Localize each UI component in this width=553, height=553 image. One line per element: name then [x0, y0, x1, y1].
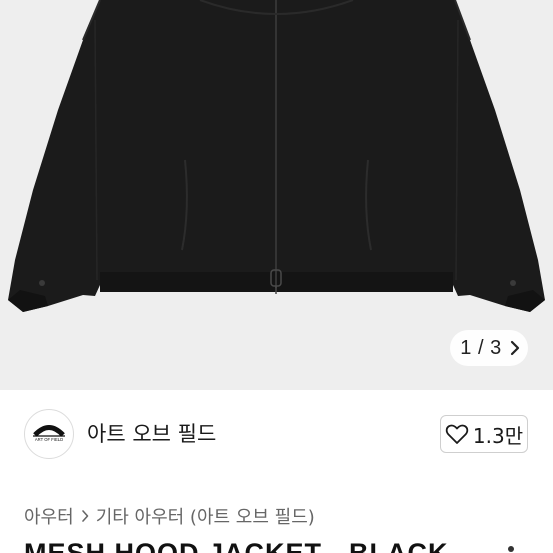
like-count: 1.3만 — [472, 423, 524, 448]
store-name[interactable]: 아트 오브 필드 — [87, 419, 216, 449]
product-image-carousel[interactable]: 1 / 3 — [0, 0, 553, 390]
chevron-right-icon — [81, 510, 88, 522]
breadcrumb-item-other-outer[interactable]: 기타 아우터 (아트 오브 필드) — [96, 503, 315, 529]
image-pager-text: 1 / 3 — [460, 336, 502, 359]
more-dot-icon — [508, 546, 514, 552]
like-button[interactable]: 1.3만 — [440, 415, 528, 453]
store-logo-icon: ART OF FIELD — [33, 425, 65, 442]
product-title: MESH HOOD JACKET - BLACK — [24, 538, 449, 553]
store-logo-text: ART OF FIELD — [35, 437, 63, 442]
image-pager[interactable]: 1 / 3 — [450, 330, 528, 366]
chevron-right-icon[interactable] — [508, 339, 522, 357]
store-row: ART OF FIELD 아트 오브 필드 1.3만 — [0, 390, 553, 478]
heart-icon — [445, 424, 469, 444]
breadcrumb-item-outer[interactable]: 아우터 — [24, 503, 74, 529]
store-logo[interactable]: ART OF FIELD — [24, 409, 74, 459]
breadcrumb: 아우터 기타 아우터 (아트 오브 필드) — [24, 503, 315, 529]
product-page: 1 / 3 ART OF FIELD 아트 오브 필드 1.3만 아우터 기타 … — [0, 0, 553, 553]
